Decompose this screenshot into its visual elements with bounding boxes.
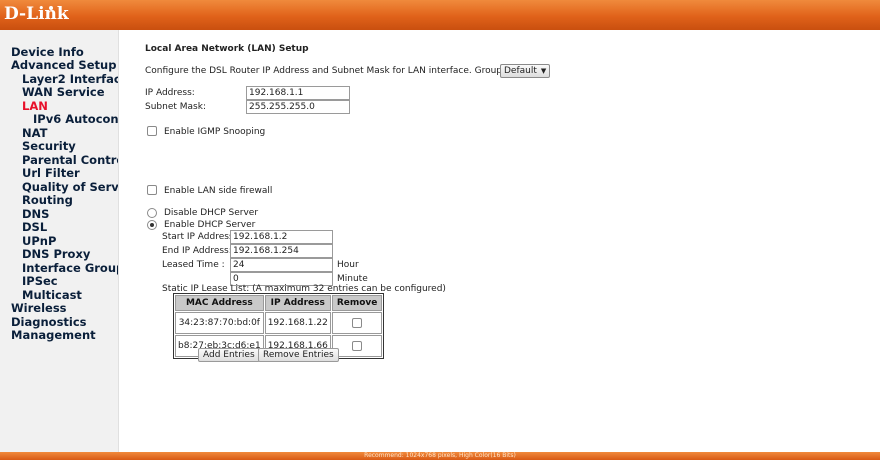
remove-header: Remove [331,295,383,311]
remove-cell [331,335,383,357]
groupname-select[interactable]: Default ▼ [500,64,551,78]
disable-dhcp-radio[interactable] [147,208,157,218]
chevron-down-icon: ▼ [540,67,547,75]
sidebar-item-ipv6-autoconfig[interactable]: IPv6 Autoconfig [33,113,118,126]
sidebar-item-url-filter[interactable]: Url Filter [22,167,80,180]
ip-address-cell: 192.168.1.22 [264,312,331,334]
subnet-mask-input[interactable]: 255.255.255.0 [246,100,350,114]
ip-address-header: IP Address [264,295,331,311]
logo-dot [49,6,53,10]
sidebar-item-dsl[interactable]: DSL [22,221,47,234]
remove-checkbox[interactable] [352,317,363,328]
end-ip-input[interactable]: 192.168.1.254 [230,244,333,258]
mac-address-cell: 34:23:87:70:bd:0f [175,312,264,334]
sidebar-item-wireless[interactable]: Wireless [11,302,67,315]
mac-address-header: MAC Address [175,295,264,311]
lease-hours-input[interactable]: 24 [230,258,333,272]
dlink-logo: D-Link [4,4,69,24]
sidebar-item-dns-proxy[interactable]: DNS Proxy [22,248,90,261]
lan-firewall-label: Enable LAN side firewall [164,186,273,196]
page-title: Local Area Network (LAN) Setup [145,44,309,54]
radio-selected-dot [150,223,154,227]
ip-address-label: IP Address: [145,88,195,98]
ip-address-input[interactable]: 192.168.1.1 [246,86,350,100]
main-content: Local Area Network (LAN) Setup Configure… [118,30,880,452]
remove-checkbox[interactable] [352,340,363,351]
igmp-snooping-checkbox[interactable] [147,126,157,136]
lease-time-label: Leased Time : [162,260,225,270]
sidebar: Device Info Advanced Setup Layer2 Interf… [0,30,119,452]
end-ip-label: End IP Address: [162,246,232,256]
table-header-row: MAC Address IP Address Remove [175,295,383,311]
sidebar-item-advanced-setup[interactable]: Advanced Setup [11,59,116,72]
footer-text: Recommend: 1024x768 pixels, High Color(1… [364,452,516,459]
lan-firewall-checkbox[interactable] [147,185,157,195]
disable-dhcp-label: Disable DHCP Server [164,208,259,218]
start-ip-label: Start IP Address: [162,232,237,242]
table-row: 34:23:87:70:bd:0f 192.168.1.22 [175,312,383,334]
sidebar-item-wan-service[interactable]: WAN Service [22,86,105,99]
sidebar-item-security[interactable]: Security [22,140,76,153]
start-ip-input[interactable]: 192.168.1.2 [230,230,333,244]
lease-hour-unit: Hour [337,260,359,270]
lan-description: Configure the DSL Router IP Address and … [145,66,529,76]
sidebar-item-routing[interactable]: Routing [22,194,73,207]
sidebar-item-ipsec[interactable]: IPSec [22,275,58,288]
remove-entries-button[interactable]: Remove Entries [258,348,339,362]
remove-cell [331,312,383,334]
igmp-snooping-label: Enable IGMP Snooping [164,127,266,137]
subnet-mask-label: Subnet Mask: [145,102,206,112]
lease-minute-unit: Minute [337,274,368,284]
add-entries-button[interactable]: Add Entries [198,348,260,362]
enable-dhcp-label: Enable DHCP Server [164,220,256,230]
footer-bar: Recommend: 1024x768 pixels, High Color(1… [0,452,880,460]
groupname-select-value: Default [504,66,537,76]
enable-dhcp-radio[interactable] [147,220,157,230]
sidebar-item-management[interactable]: Management [11,329,96,342]
header-bar: D-Link [0,0,880,30]
